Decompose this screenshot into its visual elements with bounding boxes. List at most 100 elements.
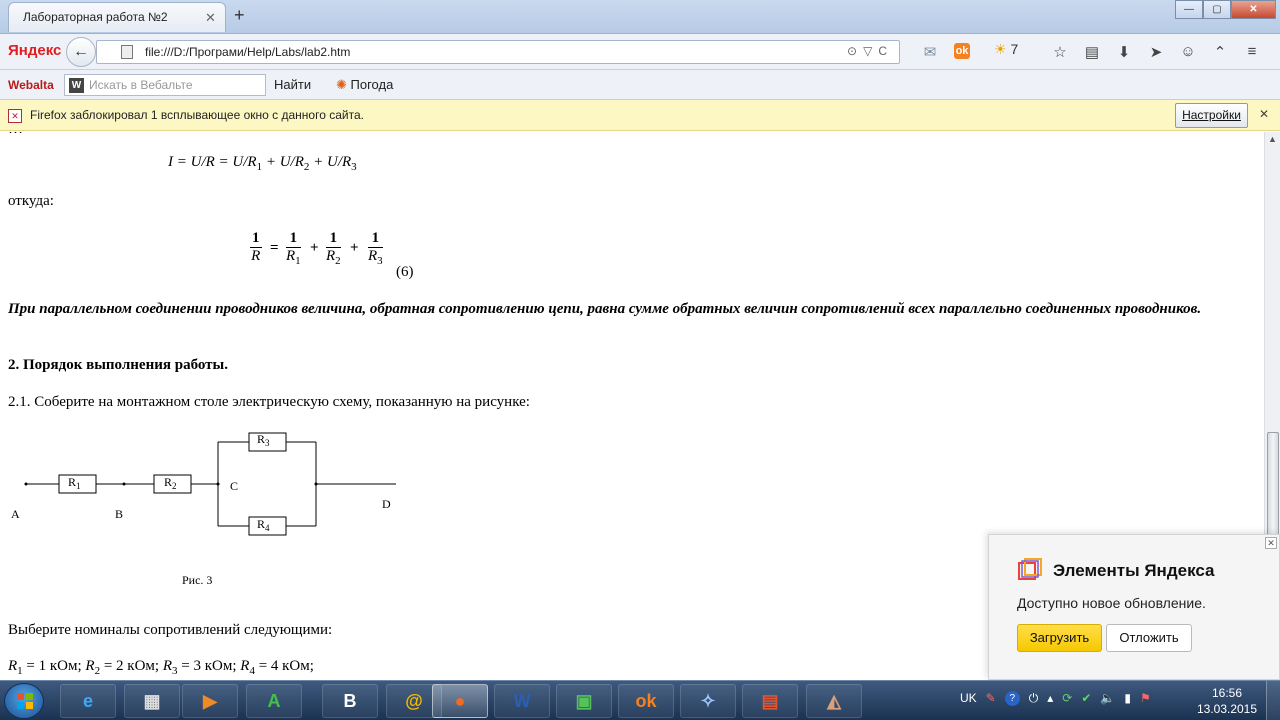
mail-icon[interactable]: ✉ xyxy=(914,43,946,61)
fraction-denominator: R xyxy=(250,248,262,265)
tray-expand-icon[interactable]: ▴ xyxy=(1047,691,1053,706)
circuit-diagram: R1 R2 R3 R4 A B C D Рис. 3 xyxy=(11,432,396,587)
resistor-value-text: = 2 кОм; xyxy=(100,658,163,674)
weather-link-label: Погода xyxy=(350,77,394,92)
presentation-icon[interactable]: ▤ xyxy=(742,684,798,718)
send-icon[interactable]: ➤ xyxy=(1140,43,1172,61)
search-input[interactable] xyxy=(89,77,261,93)
r-symbol: R xyxy=(326,248,336,264)
smile-icon[interactable]: ☺ xyxy=(1172,43,1204,61)
r4-symbol: R xyxy=(257,517,265,531)
plus-sign: + xyxy=(310,240,319,256)
language-indicator[interactable]: UK xyxy=(960,691,977,706)
webalta-logo[interactable]: Webalta xyxy=(8,78,54,92)
scrollbar-thumb[interactable] xyxy=(1267,432,1279,536)
scroll-up-icon[interactable]: ▲ xyxy=(1268,134,1277,144)
maximize-button[interactable]: ▢ xyxy=(1203,0,1231,19)
weather-link[interactable]: ✺ Погода xyxy=(336,77,393,93)
find-button[interactable]: Найти xyxy=(274,77,311,92)
navigation-bar: Яндекс file:///D:/Програми/Help/Labs/lab… xyxy=(0,34,1280,70)
clipped-text: … xyxy=(8,132,23,138)
url-bar[interactable]: file:///D:/Програми/Help/Labs/lab2.htm ⊙… xyxy=(96,40,900,64)
url-bar-controls[interactable]: ⊙▽C xyxy=(847,44,893,58)
odnoklassniki-icon[interactable]: ok xyxy=(618,684,674,718)
resistor-value-text: = 4 кОм; xyxy=(254,658,314,674)
check-icon[interactable]: ✔ xyxy=(1081,691,1091,706)
show-desktop-button[interactable] xyxy=(1266,681,1280,720)
fraction-numerator: 1 xyxy=(326,230,341,248)
equation-number: (6) xyxy=(396,264,414,280)
chevron-up-icon[interactable]: ⌃ xyxy=(1204,43,1236,61)
vk-icon[interactable]: B xyxy=(322,684,378,718)
play-icon[interactable]: ▶ xyxy=(182,684,238,718)
formula-reciprocal: 1 R = 1 R1 + 1 R2 + 1 R3 (6) xyxy=(244,230,424,280)
formula-part: I = U/R = U/R xyxy=(168,154,257,170)
weather-widget[interactable]: ☀ 7 xyxy=(994,41,1018,58)
bookmark-star-icon[interactable]: ☆ xyxy=(1044,43,1076,61)
toolbar-icons-right: ☆ ▤ ⬇ ➤ ☺ ⌃ ≡ xyxy=(1044,43,1268,61)
menu-icon[interactable]: ≡ xyxy=(1236,43,1268,61)
webalta-search-icon: W xyxy=(69,78,84,93)
film-icon[interactable]: ▦ xyxy=(124,684,180,718)
formula-current: I = U/R = U/R1 + U/R2 + U/R3 xyxy=(168,154,357,173)
yandex-elements-popup: ✕ Элементы Яндекса Доступно новое обновл… xyxy=(988,534,1280,680)
resistor-value: R4 = 4 кОм; xyxy=(240,658,314,677)
fraction-1-r2: 1 R2 xyxy=(326,230,341,267)
tab-close-icon[interactable]: ✕ xyxy=(205,10,216,26)
download-icon[interactable]: ⬇ xyxy=(1108,43,1140,61)
r1-subscript: 1 xyxy=(76,481,81,491)
fraction-1-r3: 1 R3 xyxy=(368,230,383,267)
yandex-logo[interactable]: Яндекс xyxy=(8,42,61,59)
close-notification-icon[interactable]: ✕ xyxy=(1259,107,1269,121)
fraction-denominator: R3 xyxy=(368,248,383,267)
minimize-button[interactable]: — xyxy=(1175,0,1203,19)
power-icon[interactable]: ⏻ xyxy=(1029,691,1039,706)
popup-close-icon[interactable]: ✕ xyxy=(1265,537,1277,549)
popup-blocked-bar: ✕ Firefox заблокировал 1 всплывающее окн… xyxy=(0,100,1280,131)
word-icon[interactable]: W xyxy=(494,684,550,718)
postpone-button[interactable]: Отложить xyxy=(1106,624,1192,652)
resistor-symbol: R xyxy=(85,658,95,674)
popup-blocked-icon: ✕ xyxy=(8,109,22,123)
new-tab-button[interactable]: + xyxy=(234,5,245,26)
toolbar-icons: ✉ ok xyxy=(914,43,978,61)
settings-button[interactable]: Настройки xyxy=(1175,103,1248,128)
back-button[interactable]: ← xyxy=(66,37,96,67)
start-button[interactable] xyxy=(4,683,44,719)
bookmarks-list-icon[interactable]: ▤ xyxy=(1076,43,1108,61)
network-signal-icon[interactable]: ▮ xyxy=(1124,691,1131,706)
fraction-1-r1: 1 R1 xyxy=(286,230,301,267)
help-icon[interactable]: ? xyxy=(1004,691,1020,706)
pen-icon[interactable]: ✎ xyxy=(986,691,996,706)
close-window-button[interactable]: ✕ xyxy=(1231,0,1276,19)
a-icon[interactable]: A xyxy=(246,684,302,718)
volume-icon[interactable]: 🔈 xyxy=(1100,691,1115,706)
flag-icon[interactable]: ⚑ xyxy=(1140,691,1151,706)
r-subscript: 1 xyxy=(295,255,301,267)
url-text[interactable]: file:///D:/Програми/Help/Labs/lab2.htm xyxy=(145,45,350,59)
choose-values-text: Выберите номиналы сопротивлений следующи… xyxy=(8,622,333,638)
emblem-icon[interactable]: ✧ xyxy=(680,684,736,718)
section-heading: 2. Порядок выполнения работы. xyxy=(8,357,229,373)
formula-part: + U/R xyxy=(309,154,352,170)
r2-symbol: R xyxy=(164,475,172,489)
figure-caption: Рис. 3 xyxy=(182,573,212,587)
search-box[interactable]: W xyxy=(64,74,266,96)
page-icon xyxy=(121,45,133,59)
ie-icon[interactable]: e xyxy=(60,684,116,718)
sync-icon[interactable]: ⟳ xyxy=(1062,691,1072,706)
odnoklassniki-icon[interactable]: ok xyxy=(954,43,970,59)
r-subscript: 3 xyxy=(377,255,383,267)
network-icon[interactable]: ◭ xyxy=(806,684,862,718)
firefox-window: Лабораторная работа №2 ✕ + — ▢ ✕ Яндекс … xyxy=(0,0,1280,720)
tab-lab2[interactable]: Лабораторная работа №2 ✕ xyxy=(8,2,226,32)
firefox-icon[interactable]: ● xyxy=(432,684,488,718)
download-update-button[interactable]: Загрузить xyxy=(1017,624,1102,652)
node-d-label: D xyxy=(382,497,391,511)
search-toolbar: Webalta W Найти ✺ Погода xyxy=(0,70,1280,100)
clock[interactable]: 16:56 13.03.2015 xyxy=(1196,685,1258,717)
monitor-icon[interactable]: ▣ xyxy=(556,684,612,718)
r-symbol: R xyxy=(286,248,296,264)
formula-sub: 3 xyxy=(351,161,357,173)
plus-sign: + xyxy=(350,240,359,256)
